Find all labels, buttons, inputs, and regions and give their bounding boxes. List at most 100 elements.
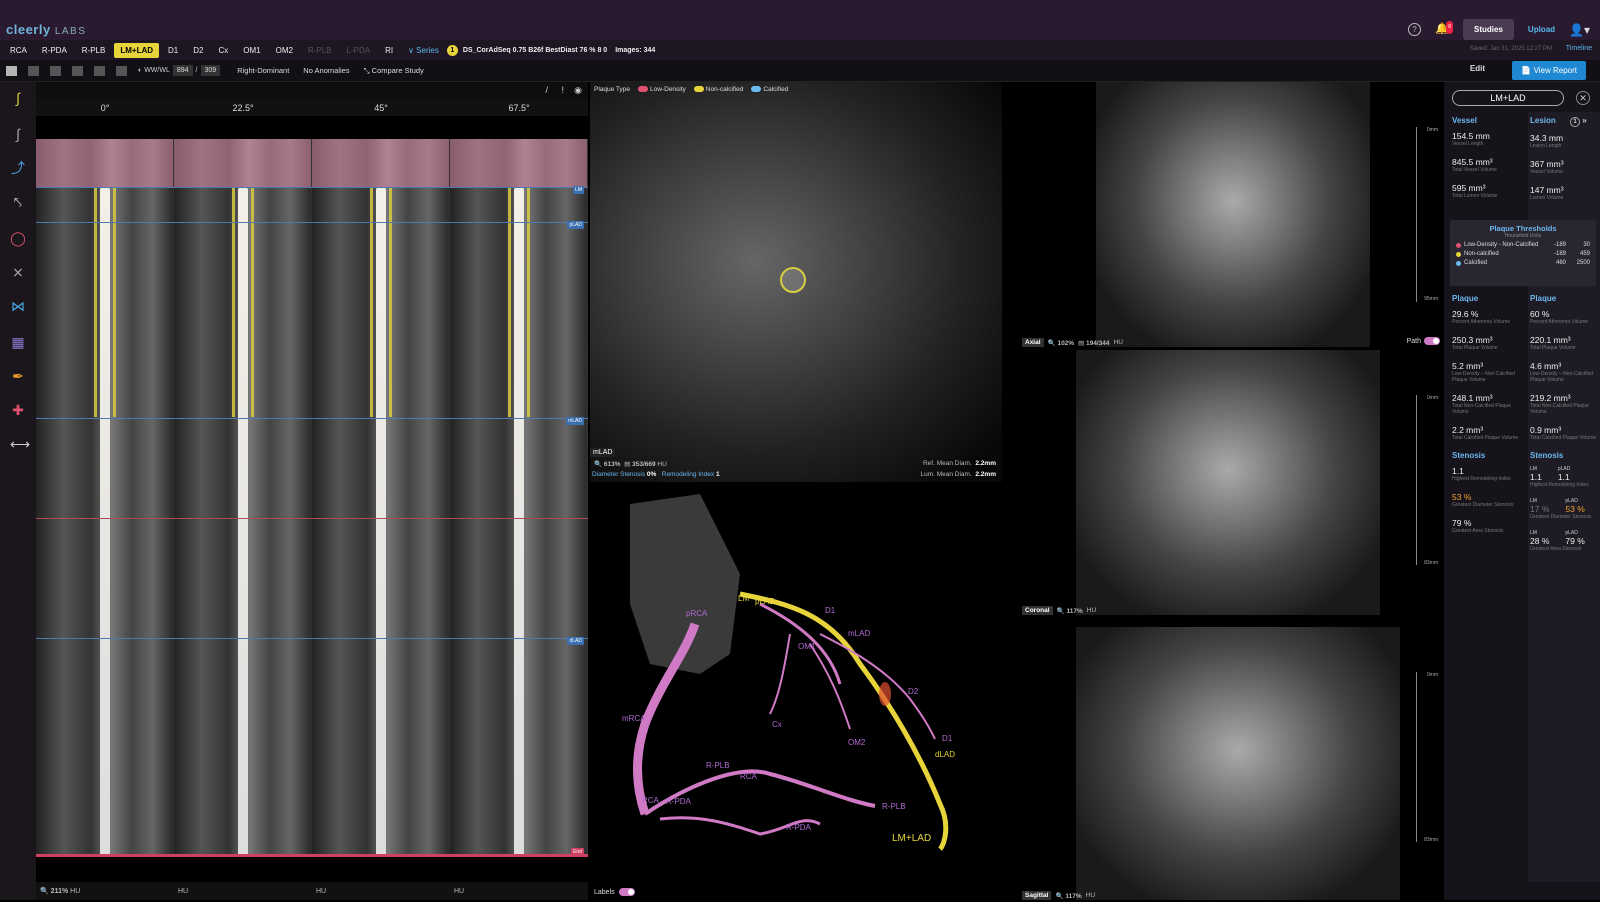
vessel-edit-icon[interactable]: ⤣: [10, 194, 26, 210]
layout-grid-icon[interactable]: [6, 65, 17, 76]
vessel-label[interactable]: pRCA: [686, 609, 707, 618]
lesion-number[interactable]: 1: [1570, 117, 1581, 127]
vessel-selector[interactable]: LM+LAD: [1452, 90, 1564, 106]
window-level-control[interactable]: ◐ WW/WL 894/ 309: [138, 65, 223, 76]
vessel-label[interactable]: Cx: [772, 720, 782, 729]
vessel-label[interactable]: RCA: [642, 796, 659, 805]
dlad-marker-line[interactable]: [36, 638, 588, 639]
brush-tool-icon[interactable]: ✒: [10, 368, 26, 384]
vessel-label[interactable]: R-PDA: [666, 797, 691, 806]
straightened-view-icon[interactable]: ∫: [10, 126, 26, 142]
wl-input[interactable]: 309: [200, 65, 221, 76]
vessel-tab-l-pda[interactable]: L-PDA: [341, 43, 377, 58]
compare-study-button[interactable]: ⤡ Compare Study: [364, 66, 424, 76]
anomalies-button[interactable]: No Anomalies: [303, 66, 349, 75]
vessel-tab-om1[interactable]: OM1: [237, 43, 266, 58]
dominance-button[interactable]: Right-Dominant: [237, 66, 289, 75]
stenosis-tool-icon[interactable]: ⋈: [10, 298, 26, 314]
vessel-label[interactable]: D1: [825, 606, 835, 615]
timeline-link[interactable]: Timeline: [1566, 45, 1592, 52]
vessel-label[interactable]: R-PLB: [706, 761, 730, 770]
expand-icon[interactable]: »: [1582, 116, 1586, 125]
pen-icon[interactable]: /: [545, 85, 548, 95]
plad-marker-line[interactable]: [36, 222, 588, 223]
cpr-strip[interactable]: [36, 139, 174, 857]
labels-switch[interactable]: [618, 888, 635, 896]
vessel-3d-view[interactable]: pRCA LM pLAD D1 OM1 mLAD D2 D1 Cx OM2 mRCA R-PLB RCA…: [590, 484, 1002, 900]
user-menu-icon[interactable]: 👤▾: [1569, 23, 1590, 37]
ww-input[interactable]: 894: [172, 65, 193, 76]
path-switch[interactable]: [1424, 337, 1440, 345]
vessel-tab-cx[interactable]: Cx: [212, 43, 234, 58]
layout-single-icon[interactable]: [28, 65, 39, 76]
layout-multi-icon[interactable]: [116, 65, 127, 76]
vessel-label[interactable]: OM2: [848, 738, 865, 747]
vessel-label[interactable]: dLAD: [935, 750, 955, 759]
vessel-label[interactable]: D2: [908, 687, 918, 696]
app-logo[interactable]: cleerly LABS: [6, 22, 86, 37]
cpr-strip[interactable]: [450, 139, 588, 857]
vessel-label[interactable]: LM+LAD: [892, 833, 931, 844]
lm-tag[interactable]: LM: [573, 186, 584, 194]
legend-non-calcified[interactable]: Non-calcified: [693, 86, 743, 93]
cpr-view-icon[interactable]: ∫: [10, 90, 26, 106]
series-dropdown[interactable]: ∨ Series: [408, 46, 439, 55]
dlad-tag[interactable]: dLAD: [567, 637, 584, 645]
vessel-tab-r-plb[interactable]: R-PLB: [76, 43, 112, 58]
mlad-marker-line[interactable]: [36, 418, 588, 419]
legend-calcified[interactable]: Calcified: [751, 86, 788, 93]
help-icon[interactable]: ?: [1408, 23, 1422, 36]
upload-button[interactable]: Upload: [1528, 25, 1555, 34]
vessel-label[interactable]: D1: [942, 734, 952, 743]
vessel-tab-ri[interactable]: RI: [379, 43, 399, 58]
plaque-tool-icon[interactable]: ▦: [10, 334, 26, 350]
lm-marker-line[interactable]: [36, 187, 588, 188]
cpr-strip[interactable]: [174, 139, 312, 857]
notification-bell-icon[interactable]: 🔔 8: [1435, 21, 1454, 36]
vessel-tab-rca[interactable]: RCA: [4, 43, 33, 58]
cross-section-view[interactable]: Plaque Type Low-Density Non-calcified Ca…: [590, 82, 1002, 482]
vessel-tab-r-plb[interactable]: R-PLB: [302, 43, 338, 58]
vessel-label[interactable]: OM1: [798, 642, 815, 651]
end-marker-line[interactable]: [36, 854, 588, 857]
vessel-label[interactable]: LM: [738, 594, 749, 603]
path-toggle[interactable]: Path: [1407, 337, 1440, 345]
vessel-label[interactable]: mRCA: [622, 714, 646, 723]
end-tag[interactable]: End: [571, 848, 584, 856]
mlad-tag[interactable]: mLAD: [566, 417, 584, 425]
legend-low-density[interactable]: Low-Density: [638, 86, 686, 93]
vessel-tab-d2[interactable]: D2: [187, 43, 209, 58]
view-report-button[interactable]: 📄 View Report: [1512, 61, 1586, 80]
centerline-tool-icon[interactable]: ⤴: [10, 160, 26, 176]
vessel-tab-om2[interactable]: OM2: [270, 43, 299, 58]
cpr-view[interactable]: / ! ◉ 0° 22.5° 45° 67.5° LM pLAD mLAD dLAD …: [36, 82, 588, 900]
layout-columns-icon[interactable]: [50, 65, 61, 76]
axial-view[interactable]: 0mm 95mm Axial 🔍 102% ▤ 194/344 HU Path: [1022, 82, 1442, 347]
vessel-label[interactable]: pLAD: [755, 597, 775, 606]
vessel-label[interactable]: mLAD: [848, 629, 870, 638]
vessel-label[interactable]: R-PLB: [882, 802, 906, 811]
cursor-line[interactable]: [36, 518, 588, 519]
crosshair-tool-icon[interactable]: ✚: [10, 402, 26, 418]
labels-toggle[interactable]: Labels: [594, 888, 635, 896]
close-icon[interactable]: ✕: [1576, 91, 1590, 105]
edit-button[interactable]: Edit: [1470, 64, 1485, 73]
coronal-view[interactable]: 0mm 83mm Coronal 🔍 117% HU: [1022, 350, 1442, 615]
vessel-tab-r-pda[interactable]: R-PDA: [36, 43, 73, 58]
cpr-strip[interactable]: [312, 139, 450, 857]
layout-quad-icon[interactable]: [72, 65, 83, 76]
vessel-tab-d1[interactable]: D1: [162, 43, 184, 58]
wall-tool-icon[interactable]: ⨯: [10, 264, 26, 280]
sagittal-view[interactable]: 0mm 83mm Sagittal 🔍 117% HU: [1022, 627, 1442, 900]
vessel-label[interactable]: RCA: [740, 772, 757, 781]
vessel-label[interactable]: R-PDA: [786, 823, 811, 832]
vessel-tab-lm-lad[interactable]: LM+LAD: [114, 42, 160, 58]
studies-button[interactable]: Studies: [1463, 19, 1514, 40]
ruler-tool-icon[interactable]: ⟷: [10, 436, 30, 452]
plad-tag[interactable]: pLAD: [567, 221, 584, 229]
eye-icon[interactable]: ◉: [574, 85, 582, 96]
layout-split-icon[interactable]: [94, 65, 105, 76]
lumen-tool-icon[interactable]: ◯: [10, 230, 26, 246]
vessel-cross-section[interactable]: [780, 267, 806, 293]
marker-icon[interactable]: !: [561, 85, 564, 95]
